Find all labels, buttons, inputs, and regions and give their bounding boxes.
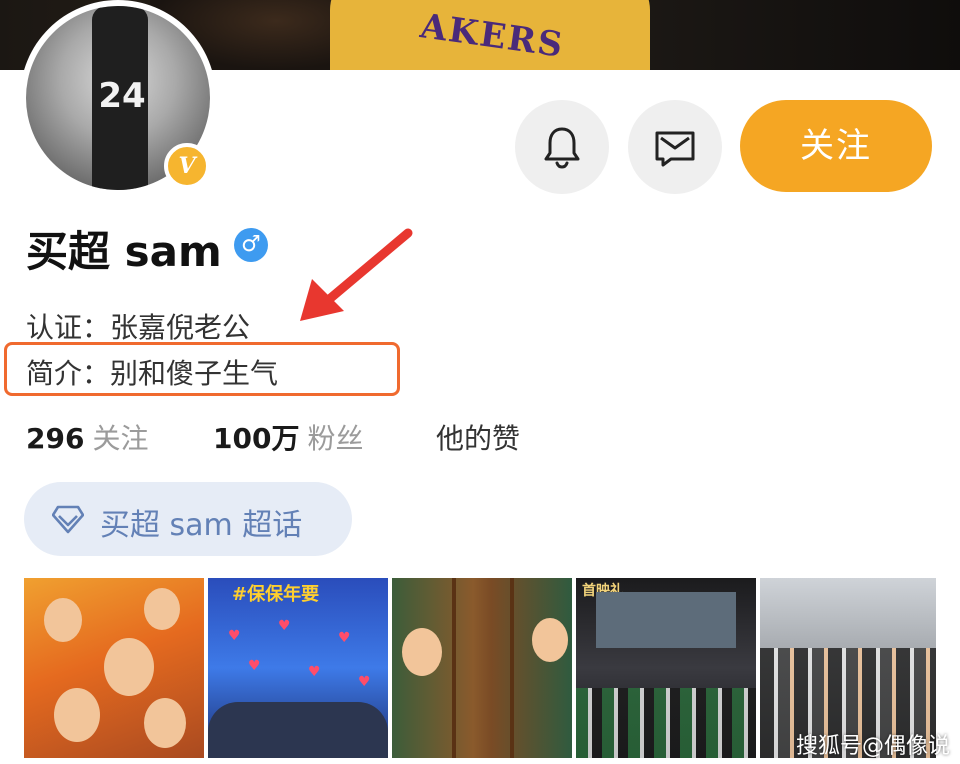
likes-stat[interactable]: 他的赞 — [436, 417, 520, 457]
following-count: 296 — [26, 422, 85, 455]
photo-face — [532, 618, 568, 662]
photo-screen — [596, 592, 736, 648]
following-label: 关注 — [92, 422, 149, 455]
heart-icon: ♥ — [228, 628, 241, 644]
heart-icon: ♥ — [308, 664, 321, 680]
message-icon — [655, 131, 695, 167]
photo-face — [144, 698, 186, 748]
photo-caption: #保保年要 — [232, 584, 320, 605]
annotation-arrow-icon — [300, 228, 413, 321]
fans-label: 粉丝 — [307, 422, 364, 455]
heart-icon: ♥ — [278, 618, 291, 634]
watermark: 搜狐号@偶像说 — [796, 734, 951, 759]
heart-icon: ♥ — [358, 674, 371, 690]
heart-icon: ♥ — [338, 630, 351, 646]
avatar-player-number: 24 — [98, 76, 146, 116]
notify-button[interactable] — [515, 100, 609, 194]
photo-door-frame — [452, 578, 456, 758]
photo-face — [144, 588, 180, 630]
photo-face — [54, 688, 100, 742]
photo-face — [104, 638, 154, 696]
super-topic-label: 买超 sam 超话 — [100, 508, 303, 543]
photo-face — [402, 628, 442, 676]
verification-text: 认证：张嘉倪老公 — [26, 311, 251, 344]
message-button[interactable] — [628, 100, 722, 194]
verified-v-icon: V — [164, 143, 210, 189]
follow-button[interactable]: 关注 — [740, 100, 932, 192]
photo-thumbnail-2[interactable]: #保保年要 ♥ ♥ ♥ ♥ ♥ ♥ — [208, 578, 388, 758]
fans-stat[interactable]: 100万 粉丝 — [213, 417, 363, 457]
heart-icon: ♥ — [248, 658, 261, 674]
fans-count: 100万 — [213, 422, 300, 455]
photo-thumbnail-1[interactable] — [24, 578, 204, 758]
photo-car — [208, 702, 388, 758]
photo-crowd — [576, 688, 756, 758]
photo-door-frame — [510, 578, 514, 758]
intro-text: 简介：别和傻子生气 — [26, 357, 279, 390]
bell-icon — [544, 127, 580, 169]
profile-name: 买超 sam — [26, 227, 222, 276]
super-topic-button[interactable]: 买超 sam 超话 — [24, 482, 352, 556]
photo-thumbnail-3[interactable] — [392, 578, 572, 758]
diamond-icon — [52, 505, 84, 534]
following-stat[interactable]: 296 关注 — [26, 417, 148, 457]
photo-thumbnail-4[interactable]: 首映礼 — [576, 578, 756, 758]
male-icon: ♂ — [234, 228, 268, 262]
photo-face — [44, 598, 82, 642]
